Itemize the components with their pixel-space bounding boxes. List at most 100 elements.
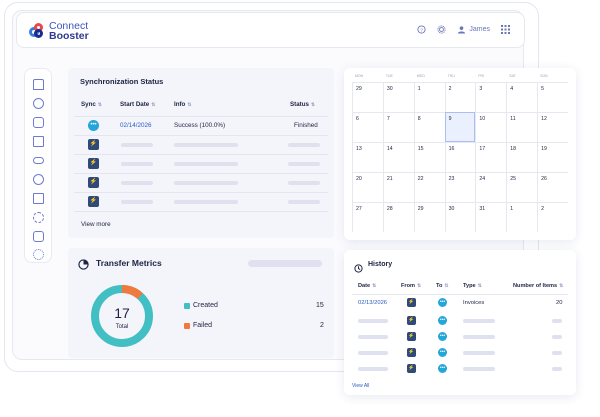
calendar-day-cell[interactable]: 14 — [382, 142, 414, 172]
clock-icon[interactable] — [33, 174, 44, 185]
sync-icon[interactable] — [33, 212, 44, 223]
calendar-day-number: 4 — [510, 86, 514, 92]
placeholder-bar — [358, 351, 388, 355]
calendar-day-cell[interactable]: 24 — [475, 172, 507, 202]
row-divider — [74, 211, 328, 212]
calendar-day-number: 22 — [417, 176, 424, 182]
calendar-day-number: 1 — [510, 206, 514, 212]
placeholder-bar — [121, 181, 153, 185]
calendar-day-cell[interactable]: 12 — [537, 112, 568, 142]
calendar-day-cell[interactable]: 4 — [506, 82, 538, 112]
calendar-card: MON TUE WED THU FRI SAT SUN 29 30 1 2 3 4 5 6 7 8 9 10 11 12… — [344, 68, 576, 240]
date-filter-placeholder[interactable] — [248, 260, 322, 267]
weekday-label: TUE — [385, 74, 393, 78]
calendar-icon[interactable] — [33, 231, 44, 242]
calendar-day-cell[interactable]: 3 — [475, 82, 507, 112]
calendar-day-number: 20 — [356, 176, 362, 182]
history-count: 20 — [556, 300, 563, 306]
sync-info: Success (100.0%) — [174, 122, 226, 129]
col-status[interactable]: Status ⇅ — [290, 101, 315, 108]
placeholder-bar — [463, 351, 495, 355]
calendar-day-number: 30 — [386, 86, 393, 92]
view-all-link[interactable]: View All — [352, 383, 369, 389]
calendar-day-cell[interactable]: 9 — [444, 112, 476, 142]
hist-col-to[interactable]: To ⇅ — [436, 283, 449, 289]
calendar-day-cell[interactable]: 13 — [352, 142, 383, 172]
settings-icon[interactable] — [33, 249, 44, 260]
calendar-day-number: 29 — [417, 206, 424, 212]
sync-status-title: Synchronization Status — [80, 77, 164, 86]
calendar-day-number: 9 — [448, 116, 452, 122]
view-more-link[interactable]: View more — [81, 221, 111, 228]
calendar-day-number: 2 — [541, 206, 545, 212]
created-value: 15 — [316, 302, 324, 309]
history-title: History — [368, 261, 393, 268]
hist-col-items[interactable]: Number of Items ⇅ — [513, 283, 563, 289]
hist-col-date[interactable]: Date ⇅ — [358, 283, 376, 289]
calendar-day-cell[interactable]: 30 — [444, 202, 476, 232]
calendar-day-cell[interactable]: 11 — [506, 112, 538, 142]
calendar-day-cell[interactable]: 26 — [537, 172, 568, 202]
calendar-day-number: 26 — [541, 176, 547, 182]
integration-icon: ⚡ — [88, 139, 99, 150]
user-menu[interactable]: James — [456, 24, 490, 34]
history-card: History Date ⇅ From ⇅ To ⇅ Type ⇅ Number of … — [344, 250, 576, 395]
calendar-day-cell[interactable]: 10 — [475, 112, 507, 142]
apps-grid-icon[interactable] — [500, 24, 510, 34]
calendar-day-cell[interactable]: 21 — [382, 172, 414, 202]
calendar-day-cell[interactable]: 2 — [444, 82, 476, 112]
calendar-day-cell[interactable]: 2 — [537, 202, 568, 232]
users-icon[interactable] — [33, 98, 44, 109]
calendar-day-cell[interactable]: 27 — [352, 202, 383, 232]
history-header-divider — [352, 294, 568, 295]
col-sync[interactable]: Sync ⇅ — [81, 101, 102, 108]
document-icon[interactable] — [33, 117, 44, 128]
folder-icon[interactable] — [33, 136, 44, 147]
calendar-day-cell[interactable]: 30 — [382, 82, 414, 112]
calendar-day-cell[interactable]: 5 — [537, 82, 568, 112]
home-icon[interactable] — [33, 79, 44, 90]
calendar-day-cell[interactable]: 29 — [352, 82, 383, 112]
hist-col-from[interactable]: From ⇅ — [401, 283, 421, 289]
integration-icon: ⚡ — [88, 196, 99, 207]
calendar-day-cell[interactable]: 6 — [352, 112, 383, 142]
history-date[interactable]: 02/13/2026 — [358, 300, 387, 306]
calendar-day-cell[interactable]: 28 — [382, 202, 414, 232]
history-type: Invoices — [463, 300, 485, 306]
calendar-day-cell[interactable]: 16 — [444, 142, 476, 172]
calendar-day-number: 31 — [479, 206, 486, 212]
building-icon[interactable] — [33, 193, 44, 204]
calendar-day-cell[interactable]: 19 — [537, 142, 568, 172]
to-integration-icon: ••• — [438, 348, 447, 357]
sync-status-panel: Synchronization Status Sync ⇅ Start Date ⇅… — [68, 68, 334, 238]
col-info[interactable]: Info ⇅ — [174, 101, 192, 108]
calendar-day-cell[interactable]: 8 — [413, 112, 445, 142]
placeholder-bar — [463, 319, 495, 323]
col-start-date[interactable]: Start Date ⇅ — [120, 101, 155, 108]
sync-date[interactable]: 02/14/2026 — [120, 122, 152, 129]
calendar-day-cell[interactable]: 1 — [413, 82, 445, 112]
row-divider — [74, 135, 328, 136]
calendar-day-cell[interactable]: 1 — [506, 202, 538, 232]
hist-col-type[interactable]: Type ⇅ — [463, 283, 482, 289]
brand-logo[interactable]: Connect Booster — [29, 21, 89, 41]
failed-value: 2 — [320, 322, 324, 329]
calendar-day-number: 23 — [448, 176, 455, 182]
link-icon[interactable] — [33, 157, 44, 164]
calendar-day-cell[interactable]: 15 — [413, 142, 445, 172]
calendar-day-cell[interactable]: 7 — [382, 112, 414, 142]
placeholder-bar — [552, 351, 562, 355]
calendar-day-cell[interactable]: 18 — [506, 142, 538, 172]
calendar-day-cell[interactable]: 20 — [352, 172, 383, 202]
help-icon[interactable]: ? — [416, 24, 426, 34]
calendar-day-cell[interactable]: 31 — [475, 202, 507, 232]
gear-icon[interactable] — [436, 24, 446, 34]
calendar-day-cell[interactable]: 29 — [413, 202, 445, 232]
calendar-day-cell[interactable]: 22 — [413, 172, 445, 202]
transfer-metrics-panel: Transfer Metrics 17 Total Created 15 Fai… — [68, 248, 334, 358]
calendar-day-cell[interactable]: 17 — [475, 142, 507, 172]
created-label: Created — [193, 302, 218, 309]
calendar-day-cell[interactable]: 23 — [444, 172, 476, 202]
calendar-day-number: 29 — [356, 86, 362, 92]
calendar-day-cell[interactable]: 25 — [506, 172, 538, 202]
